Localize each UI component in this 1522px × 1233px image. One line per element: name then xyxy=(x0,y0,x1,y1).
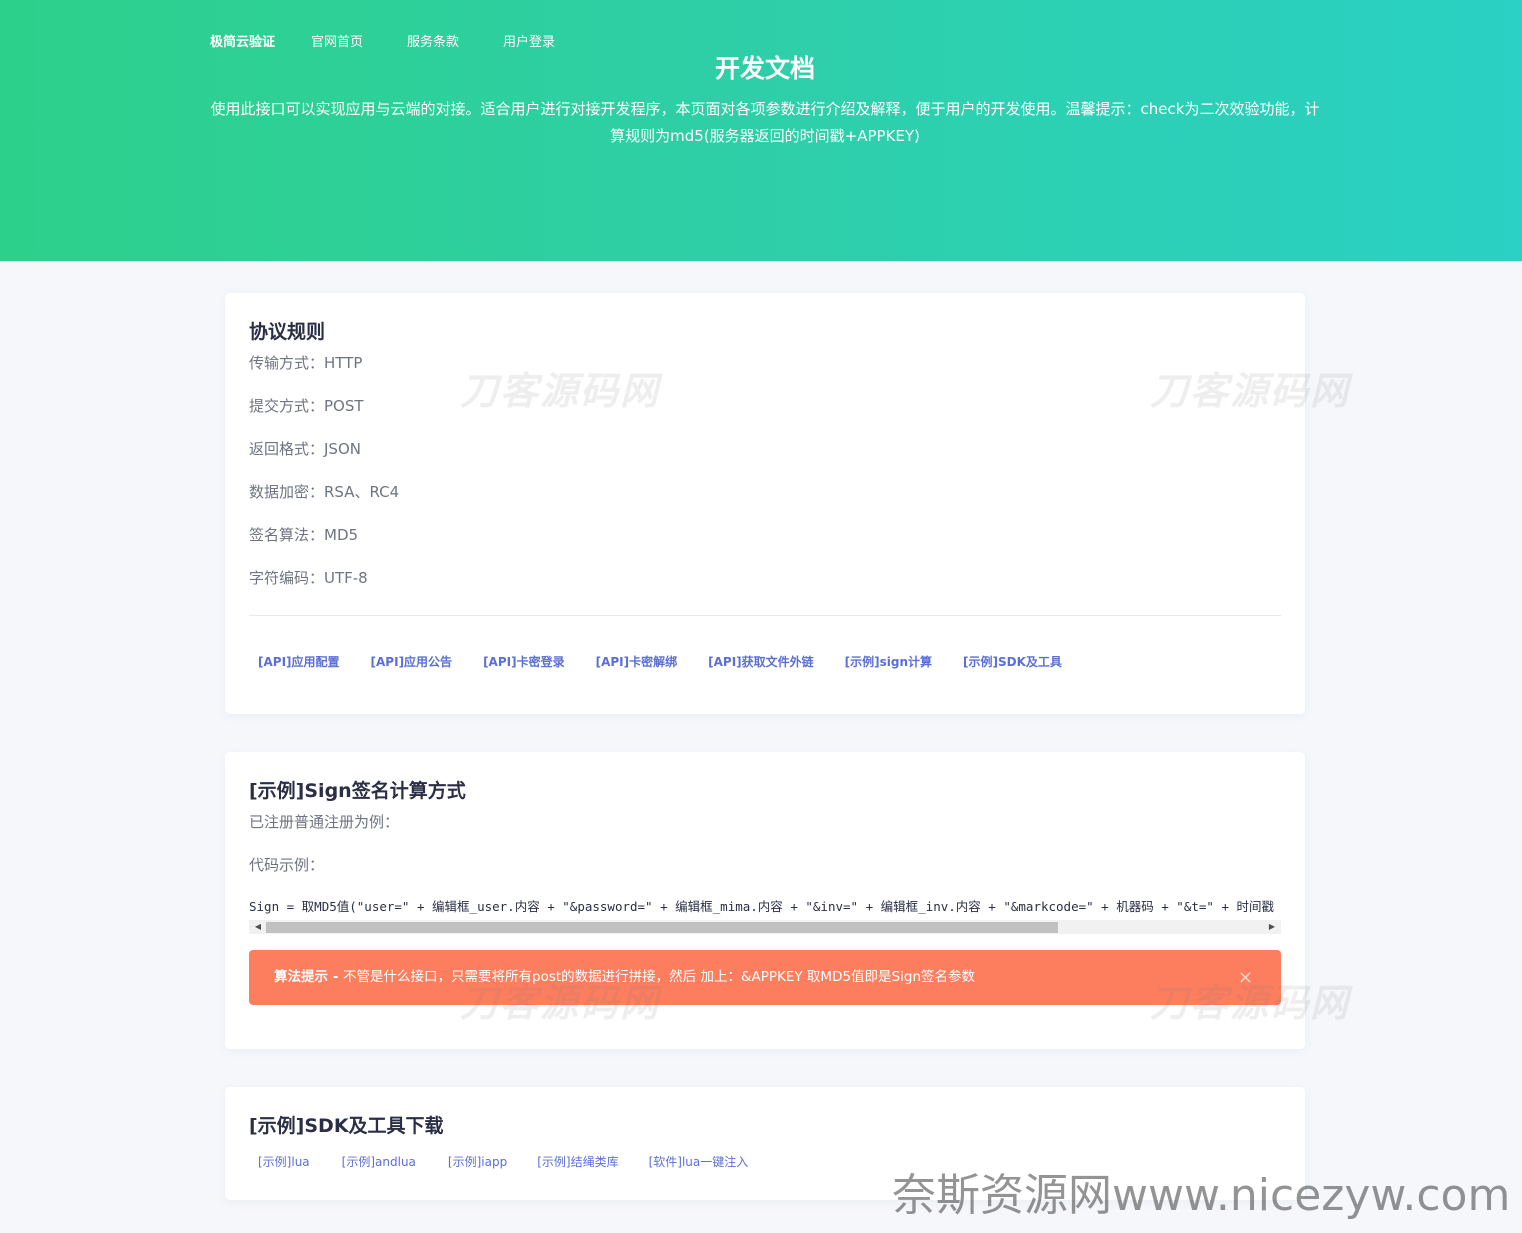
nav-item-terms[interactable]: 服务条款 xyxy=(407,34,459,52)
watermark-text: 刀客源码网 xyxy=(460,981,661,1025)
link-lua-inject[interactable]: [软件]lua一键注入 xyxy=(649,1154,749,1170)
algorithm-alert: 算法提示 - 不管是什么接口，只需要将所有post的数据进行拼接，然后 加上：&… xyxy=(249,950,1281,1005)
watermark-text: 刀客源码网 xyxy=(1150,981,1351,1025)
protocol-row-encryption: 数据加密：RSA、RC4 xyxy=(249,483,400,501)
protocol-title: 协议规则 xyxy=(249,321,326,343)
page-title: 开发文档 xyxy=(714,54,815,83)
page-description: 使用此接口可以实现应用与云端的对接。适合用户进行对接开发程序，本页面对各项参数进… xyxy=(210,100,1320,145)
scroll-right-icon[interactable]: ▶ xyxy=(1265,920,1279,934)
protocol-row-format: 返回格式：JSON xyxy=(249,440,361,458)
protocol-row-signature: 签名算法：MD5 xyxy=(249,526,359,544)
code-block: Sign = 取MD5值("user=" + 编辑框_user.内容 + "&p… xyxy=(249,898,1281,916)
scrollbar-thumb[interactable] xyxy=(266,922,1058,933)
sign-intro: 已注册普通注册为例： xyxy=(249,813,400,831)
scroll-left-icon[interactable]: ◀ xyxy=(251,920,265,934)
nav-brand-link[interactable]: 极简云验证 xyxy=(210,34,275,52)
sign-title: [示例]Sign签名计算方式 xyxy=(249,780,466,802)
link-iapp[interactable]: [示例]iapp xyxy=(448,1154,507,1170)
sdk-title: [示例]SDK及工具下载 xyxy=(249,1115,444,1137)
corner-watermark: 奈斯资源网www.nicezyw.com xyxy=(892,1170,1511,1221)
link-sdk-tools[interactable]: [示例]SDK及工具 xyxy=(963,654,1062,670)
watermark-text: 刀客源码网 xyxy=(460,369,661,413)
link-app-notice[interactable]: [API]应用公告 xyxy=(371,654,453,670)
api-links: [API]应用配置 [API]应用公告 [API]卡密登录 [API]卡密解绑 … xyxy=(249,654,1281,670)
link-card-login[interactable]: [API]卡密登录 xyxy=(483,654,565,670)
sign-card: [示例]Sign签名计算方式 已注册普通注册为例： 代码示例： Sign = 取… xyxy=(225,752,1305,1049)
protocol-card: 协议规则 传输方式：HTTP 提交方式：POST 返回格式：JSON 数据加密：… xyxy=(225,293,1305,714)
top-nav: 极简云验证 官网首页 服务条款 用户登录 xyxy=(210,34,599,52)
protocol-row-method: 提交方式：POST xyxy=(249,397,364,415)
protocol-row-transport: 传输方式：HTTP xyxy=(249,354,363,372)
code-text: Sign = 取MD5值("user=" + 编辑框_user.内容 + "&p… xyxy=(249,899,1281,914)
watermark-text: 刀客源码网 xyxy=(1150,369,1351,413)
protocol-row-charset: 字符编码：UTF-8 xyxy=(249,569,368,587)
link-lua[interactable]: [示例]lua xyxy=(258,1154,310,1170)
nav-item-login[interactable]: 用户登录 xyxy=(503,34,555,52)
code-label: 代码示例： xyxy=(249,856,325,874)
link-andlua[interactable]: [示例]andlua xyxy=(342,1154,416,1170)
nav-item-home[interactable]: 官网首页 xyxy=(311,34,363,52)
code-scrollbar[interactable]: ◀ ▶ xyxy=(249,920,1281,934)
alert-strong: 算法提示 - xyxy=(274,969,344,985)
link-app-config[interactable]: [API]应用配置 xyxy=(258,654,340,670)
link-jieshen[interactable]: [示例]结绳类库 xyxy=(537,1154,618,1170)
link-card-unbind[interactable]: [API]卡密解绑 xyxy=(596,654,678,670)
divider xyxy=(249,615,1281,616)
link-sign-example[interactable]: [示例]sign计算 xyxy=(845,654,932,670)
link-file-url[interactable]: [API]获取文件外链 xyxy=(708,654,814,670)
hero-banner: 极简云验证 官网首页 服务条款 用户登录 开发文档 使用此接口可以实现应用与云端… xyxy=(0,0,1522,261)
